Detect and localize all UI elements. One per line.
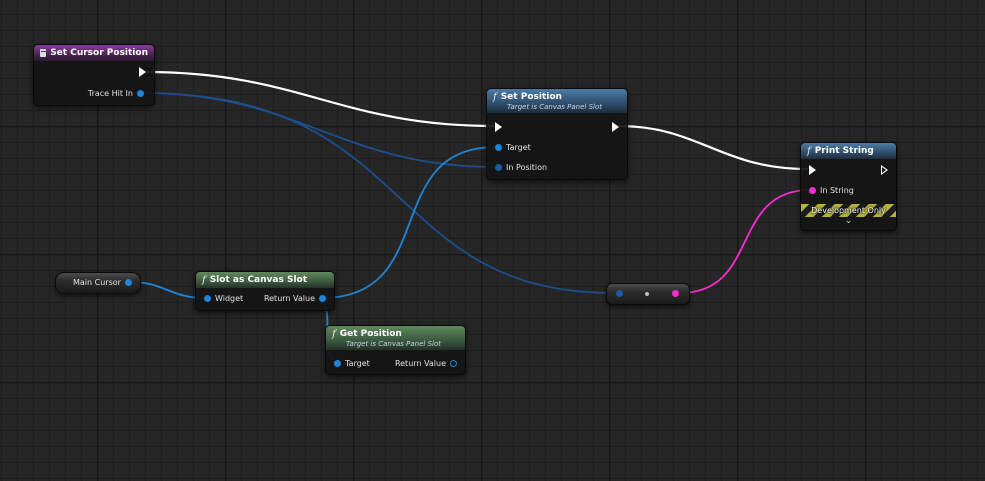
function-icon: f [202, 274, 206, 286]
object-pin-dot[interactable] [319, 295, 326, 302]
pin-target[interactable]: Target [334, 359, 370, 368]
node-print-string[interactable]: f Print String In String Development Onl… [800, 142, 897, 231]
pin-in-string[interactable]: In String [809, 186, 854, 195]
pin-label: Target [506, 143, 531, 152]
variable-label: Main Cursor [73, 278, 121, 287]
wire-maincursor-to-widget[interactable] [129, 281, 206, 299]
exec-arrow-icon [139, 67, 146, 77]
exec-in-pin[interactable] [495, 122, 502, 132]
exec-arrow-outline-icon [881, 165, 888, 175]
exec-arrow-icon [495, 122, 502, 132]
node-set-position[interactable]: f Set Position Target is Canvas Panel Sl… [486, 88, 628, 180]
node-header[interactable]: f Get Position Target is Canvas Panel Sl… [326, 326, 465, 350]
pin-target[interactable]: Target [495, 143, 531, 152]
vector-pin-dot[interactable] [137, 90, 144, 97]
pin-trace-hit-in[interactable]: Trace Hit In [88, 89, 144, 98]
pin-label: Return Value [394, 359, 446, 368]
node-title: Set Position [500, 92, 562, 102]
pin-label: Return Value [263, 294, 315, 303]
exec-arrow-icon [809, 165, 816, 175]
node-set-cursor-position[interactable]: Set Cursor Position Trace Hit In [33, 44, 155, 106]
string-pin-dot[interactable] [809, 187, 816, 194]
node-header[interactable]: f Set Position Target is Canvas Panel Sl… [487, 89, 627, 113]
pin-label: Widget [215, 294, 244, 303]
object-pin-dot[interactable] [495, 144, 502, 151]
exec-out-pin[interactable] [139, 67, 146, 77]
output-pin-dot[interactable] [672, 290, 679, 297]
exec-arrow-icon [612, 122, 619, 132]
pin-return-value[interactable]: Return Value [264, 294, 326, 303]
node-header[interactable]: f Slot as Canvas Slot [196, 272, 334, 288]
node-title: Get Position [339, 329, 402, 339]
event-node-icon [40, 49, 49, 57]
function-icon: f [332, 328, 336, 340]
node-subtitle: Target is Canvas Panel Slot [507, 102, 603, 111]
wire-tracehit-to-inposition[interactable] [141, 92, 496, 168]
development-only-label: Development Only [811, 206, 886, 215]
exec-out-pin[interactable] [612, 122, 619, 132]
node-title: Set Cursor Position [50, 48, 148, 58]
exec-wire-cursor-to-setposition[interactable] [145, 70, 495, 128]
pin-return-value[interactable]: Return Value [395, 359, 457, 368]
node-header[interactable]: f Print String [801, 143, 896, 159]
exec-out-pin[interactable] [881, 165, 888, 175]
vector-pin-ring[interactable] [450, 360, 457, 367]
pin-widget[interactable]: Widget [204, 294, 243, 303]
node-title: Print String [814, 146, 874, 156]
node-get-position[interactable]: f Get Position Target is Canvas Panel Sl… [325, 325, 466, 375]
pin-label: In Position [506, 163, 548, 172]
object-pin-dot[interactable] [204, 295, 211, 302]
node-slot-as-canvas-slot[interactable]: f Slot as Canvas Slot Widget Return Valu… [195, 271, 335, 311]
node-main-cursor-variable[interactable]: Main Cursor [55, 272, 141, 294]
conversion-dot-icon [645, 292, 649, 296]
variable-output-pin[interactable]: Main Cursor [73, 278, 132, 287]
pin-label: In String [820, 186, 854, 195]
pin-label: Target [345, 359, 370, 368]
vector-pin-dot[interactable] [495, 164, 502, 171]
node-subtitle: Target is Canvas Panel Slot [346, 339, 442, 348]
exec-in-pin[interactable] [809, 165, 816, 175]
node-title: Slot as Canvas Slot [209, 275, 308, 285]
function-icon: f [493, 91, 497, 103]
wire-returnvalue-to-target[interactable] [321, 146, 497, 299]
wire-convert-to-instring[interactable] [679, 189, 811, 294]
object-pin-dot[interactable] [124, 279, 132, 286]
pin-in-position[interactable]: In Position [495, 163, 547, 172]
node-header[interactable]: Set Cursor Position [34, 45, 154, 61]
exec-wire-setposition-to-printstring[interactable] [617, 124, 809, 171]
function-icon: f [807, 145, 811, 157]
node-conversion[interactable] [606, 283, 690, 305]
input-pin-dot[interactable] [616, 290, 623, 297]
pin-label: Trace Hit In [87, 89, 133, 98]
object-pin-dot[interactable] [334, 360, 341, 367]
chevron-down-icon[interactable]: ⌄ [801, 216, 896, 226]
